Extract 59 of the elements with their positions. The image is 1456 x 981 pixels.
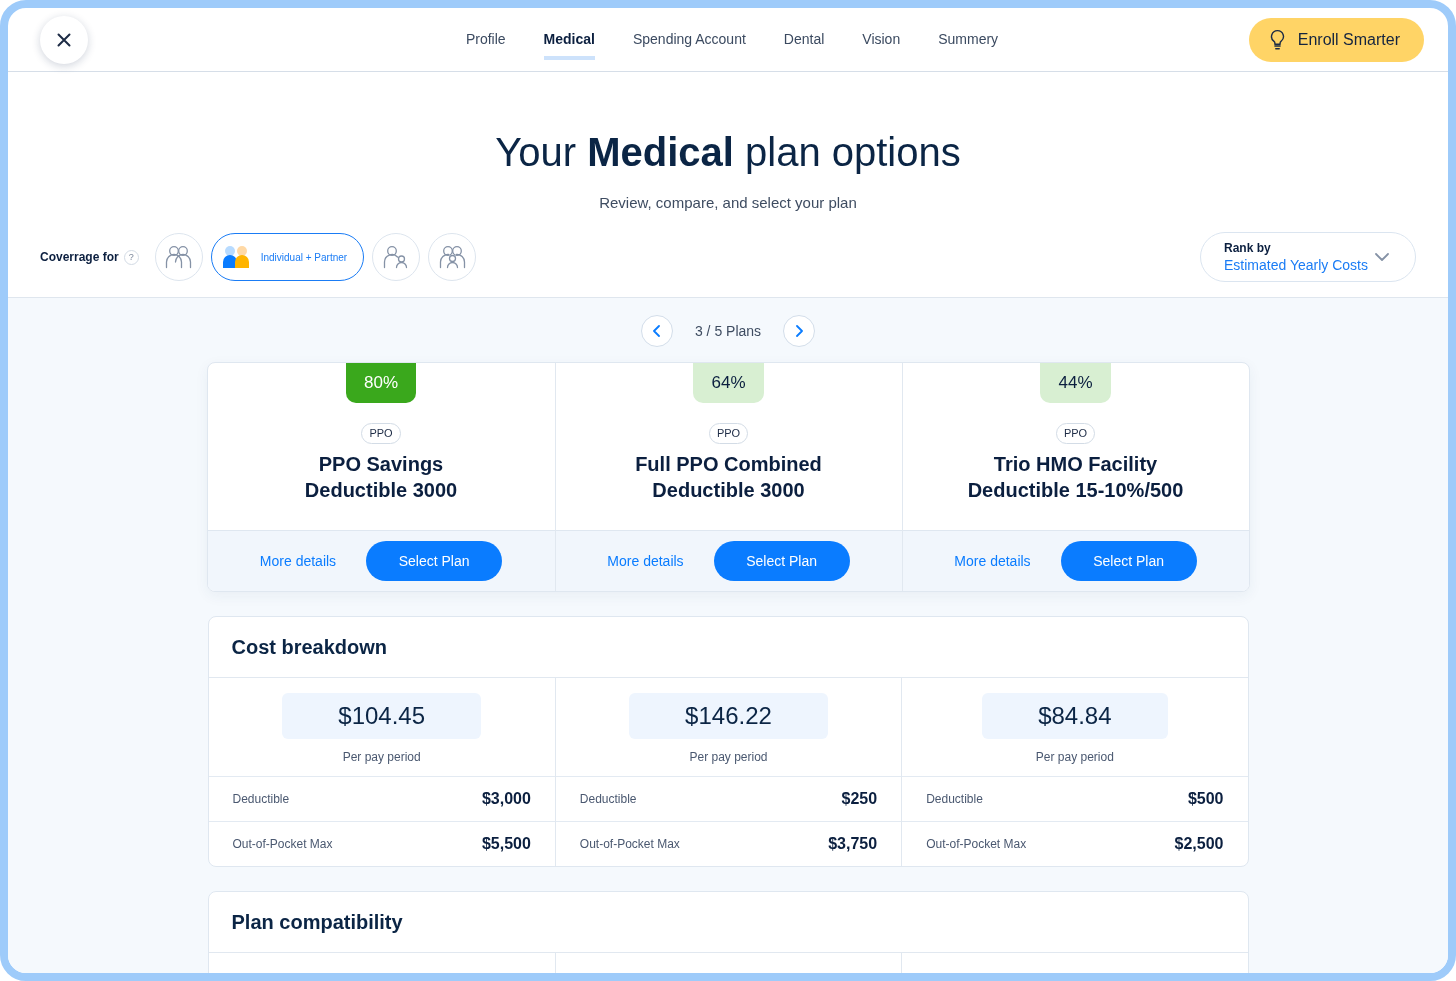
cost-label: Out-of-Pocket Max [926,836,1027,853]
help-button[interactable]: ? [123,249,139,265]
cost-value: $3,000 [481,789,531,809]
select-plan-button[interactable]: Select Plan [713,541,850,581]
match-badge: 64% [693,363,764,403]
plan-name: Trio HMO Facility Deductible 15-10%/500 [967,452,1184,503]
cost-label: Deductible [232,791,290,808]
cost-label: Deductible [579,791,637,808]
coverage-option[interactable]: Individual + Partner [210,233,365,281]
cost-value: $250 [841,789,878,809]
page-title: Your Medical plan options [494,129,962,176]
next-button[interactable] [783,315,816,347]
price-caption: Per pay period [689,750,768,764]
plan-name: PPO Savings Deductible 3000 [304,452,458,503]
cost-label: Deductible [926,791,983,808]
more-details-link[interactable]: More details [259,550,337,572]
nav-tab[interactable]: Summery [938,8,999,71]
nav-tab[interactable]: Profile [465,8,506,71]
more-details-link[interactable]: More details [954,550,1031,572]
coverage-option[interactable] [428,233,477,281]
chevron-right-icon [795,325,803,337]
cost-value: $500 [1187,789,1224,809]
rank-by-dropdown[interactable]: Rank by Estimated Yearly Costs [1200,232,1416,282]
select-plan-button[interactable]: Select Plan [1060,541,1197,581]
coverage-option[interactable] [154,233,203,281]
coverage-label: Coverrage for [40,249,119,266]
section-title: Plan compatibility [231,910,403,934]
price-caption: Per pay period [1035,750,1114,764]
two-people-icon [222,246,249,268]
close-button[interactable] [40,15,88,64]
match-badge: 44% [1040,363,1111,403]
cost-value: $2,500 [1174,834,1224,854]
chevron-left-icon [653,325,661,337]
enroll-smarter-button[interactable]: Enroll Smarter [1248,17,1424,62]
page-subtitle: Review, compare, and select your plan [598,193,858,213]
price-display: $104.45 [282,693,482,739]
more-details-link[interactable]: More details [607,550,684,572]
price-caption: Per pay period [342,750,421,764]
nav-tab[interactable]: Spending Account [632,8,746,71]
price-display: $84.84 [982,693,1168,739]
cost-value: $5,500 [481,834,531,854]
adult-child-icon [383,245,410,269]
plan-name: Full PPO Combined Deductible 3000 [635,452,822,503]
price-display: $146.22 [629,693,828,739]
match-badge: 80% [346,363,416,403]
nav-tab[interactable]: Dental [783,8,825,71]
close-icon [57,32,71,47]
plan-counter: 3 / 5 Plans [694,321,762,341]
previous-button[interactable] [640,315,673,347]
select-plan-button[interactable]: Select Plan [366,541,503,581]
nav-tab[interactable]: Vision [862,8,901,71]
section-title: Cost breakdown [231,635,388,659]
cost-label: Out-of-Pocket Max [232,836,333,853]
family-icon [438,245,466,269]
coverage-option[interactable] [372,233,421,281]
chevron-down-icon [1375,253,1389,261]
cost-value: $3,750 [828,834,878,854]
cost-label: Out-of-Pocket Max [579,836,680,853]
two-people-icon [165,245,193,269]
